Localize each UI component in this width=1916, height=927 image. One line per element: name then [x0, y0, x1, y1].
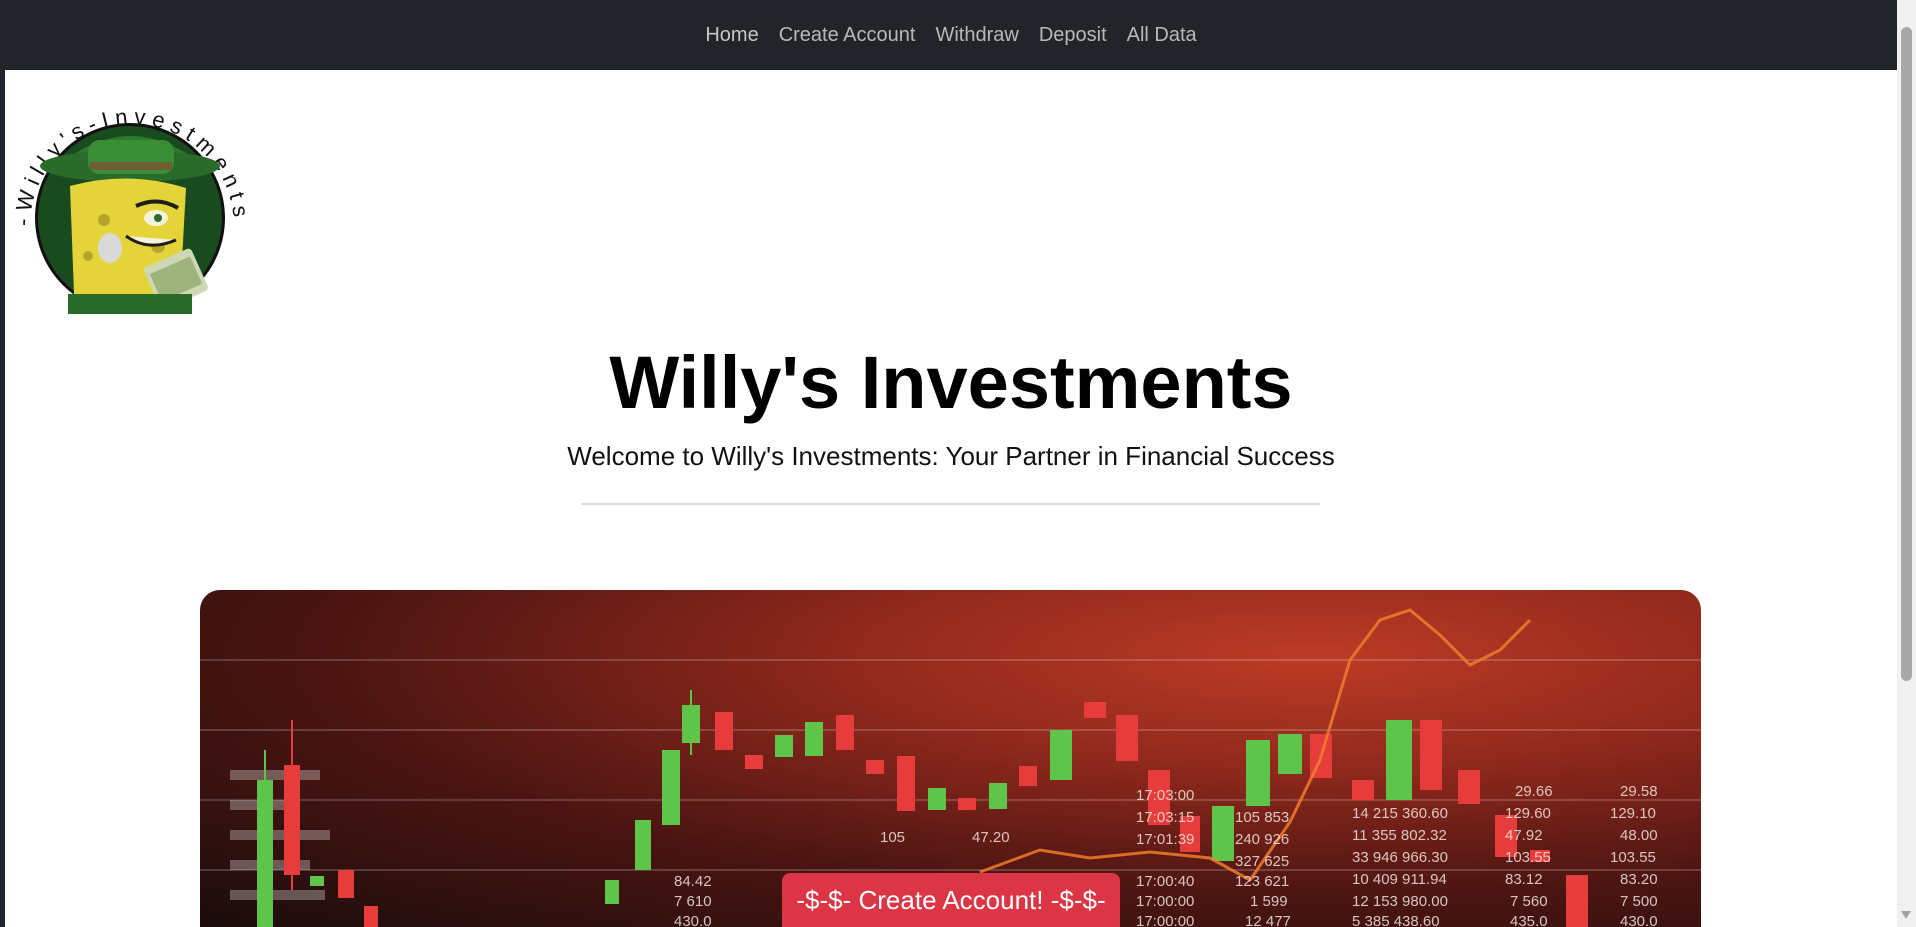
- svg-text:17:03:15: 17:03:15: [1136, 809, 1194, 826]
- svg-text:129.60: 129.60: [1505, 805, 1551, 822]
- page-subtitle: Welcome to Willy's Investments: Your Par…: [567, 441, 1335, 471]
- svg-text:12 477: 12 477: [1245, 913, 1291, 927]
- svg-text:83.20: 83.20: [1620, 871, 1658, 888]
- svg-text:105 853: 105 853: [1235, 809, 1289, 826]
- svg-text:123 621: 123 621: [1235, 873, 1289, 890]
- svg-text:17:01:39: 17:01:39: [1136, 831, 1194, 848]
- svg-text:10 409 911.94: 10 409 911.94: [1352, 871, 1447, 888]
- svg-text:12 153 980.00: 12 153 980.00: [1352, 893, 1448, 910]
- svg-text:29.66: 29.66: [1515, 783, 1553, 800]
- svg-text:435.0: 435.0: [1510, 913, 1548, 927]
- create-account-button[interactable]: -$-$- Create Account! -$-$-: [782, 873, 1120, 927]
- svg-text:430.0: 430.0: [1620, 913, 1658, 927]
- svg-text:103.55: 103.55: [1610, 849, 1656, 866]
- section-divider: [581, 503, 1320, 505]
- svg-text:129.10: 129.10: [1610, 805, 1656, 822]
- nav-all-data[interactable]: All Data: [1127, 18, 1197, 53]
- svg-text:11 355 802.32: 11 355 802.32: [1352, 827, 1447, 844]
- svg-text:47.20: 47.20: [972, 829, 1010, 846]
- svg-text:240 926: 240 926: [1235, 831, 1289, 848]
- svg-text:327 625: 327 625: [1235, 853, 1289, 870]
- svg-text:17:03:00: 17:03:00: [1136, 787, 1194, 804]
- page-scrollbar[interactable]: [1897, 0, 1916, 927]
- svg-text:84.42: 84.42: [674, 873, 712, 890]
- svg-text:47.92: 47.92: [1505, 827, 1543, 844]
- svg-text:29.58: 29.58: [1620, 783, 1658, 800]
- svg-text:5 385 438.60: 5 385 438.60: [1352, 913, 1440, 927]
- svg-text:105: 105: [880, 829, 905, 846]
- svg-text:7 500: 7 500: [1620, 893, 1658, 910]
- svg-text:17:00:00: 17:00:00: [1136, 913, 1194, 927]
- nav-create-account[interactable]: Create Account: [779, 18, 916, 53]
- svg-text:7 560: 7 560: [1510, 893, 1548, 910]
- svg-text:17:00:00: 17:00:00: [1136, 893, 1194, 910]
- svg-text:103.55: 103.55: [1505, 849, 1551, 866]
- svg-text:33 946 966.30: 33 946 966.30: [1352, 849, 1448, 866]
- mascot-logo-icon: - W i l l y ' s - I n v e s t m e n t s …: [1, 76, 254, 314]
- top-navbar: Home Create Account Withdraw Deposit All…: [5, 0, 1897, 70]
- svg-text:1 599: 1 599: [1250, 893, 1288, 910]
- svg-text:14 215 360.60: 14 215 360.60: [1352, 805, 1448, 822]
- svg-text:7 610: 7 610: [674, 893, 712, 910]
- bank-logo: - W i l l y ' s - I n v e s t m e n t s …: [1, 76, 256, 326]
- scroll-down-arrow-icon[interactable]: [1901, 911, 1911, 919]
- nav-home[interactable]: Home: [705, 18, 758, 53]
- page-title: Willy's Investments: [609, 341, 1293, 424]
- svg-text:17:00:40: 17:00:40: [1136, 873, 1194, 890]
- scroll-thumb[interactable]: [1901, 27, 1912, 681]
- nav-withdraw[interactable]: Withdraw: [935, 18, 1018, 53]
- nav-deposit[interactable]: Deposit: [1039, 18, 1107, 53]
- svg-text:83.12: 83.12: [1505, 871, 1543, 888]
- svg-text:430.0: 430.0: [674, 913, 712, 927]
- svg-text:48.00: 48.00: [1620, 827, 1658, 844]
